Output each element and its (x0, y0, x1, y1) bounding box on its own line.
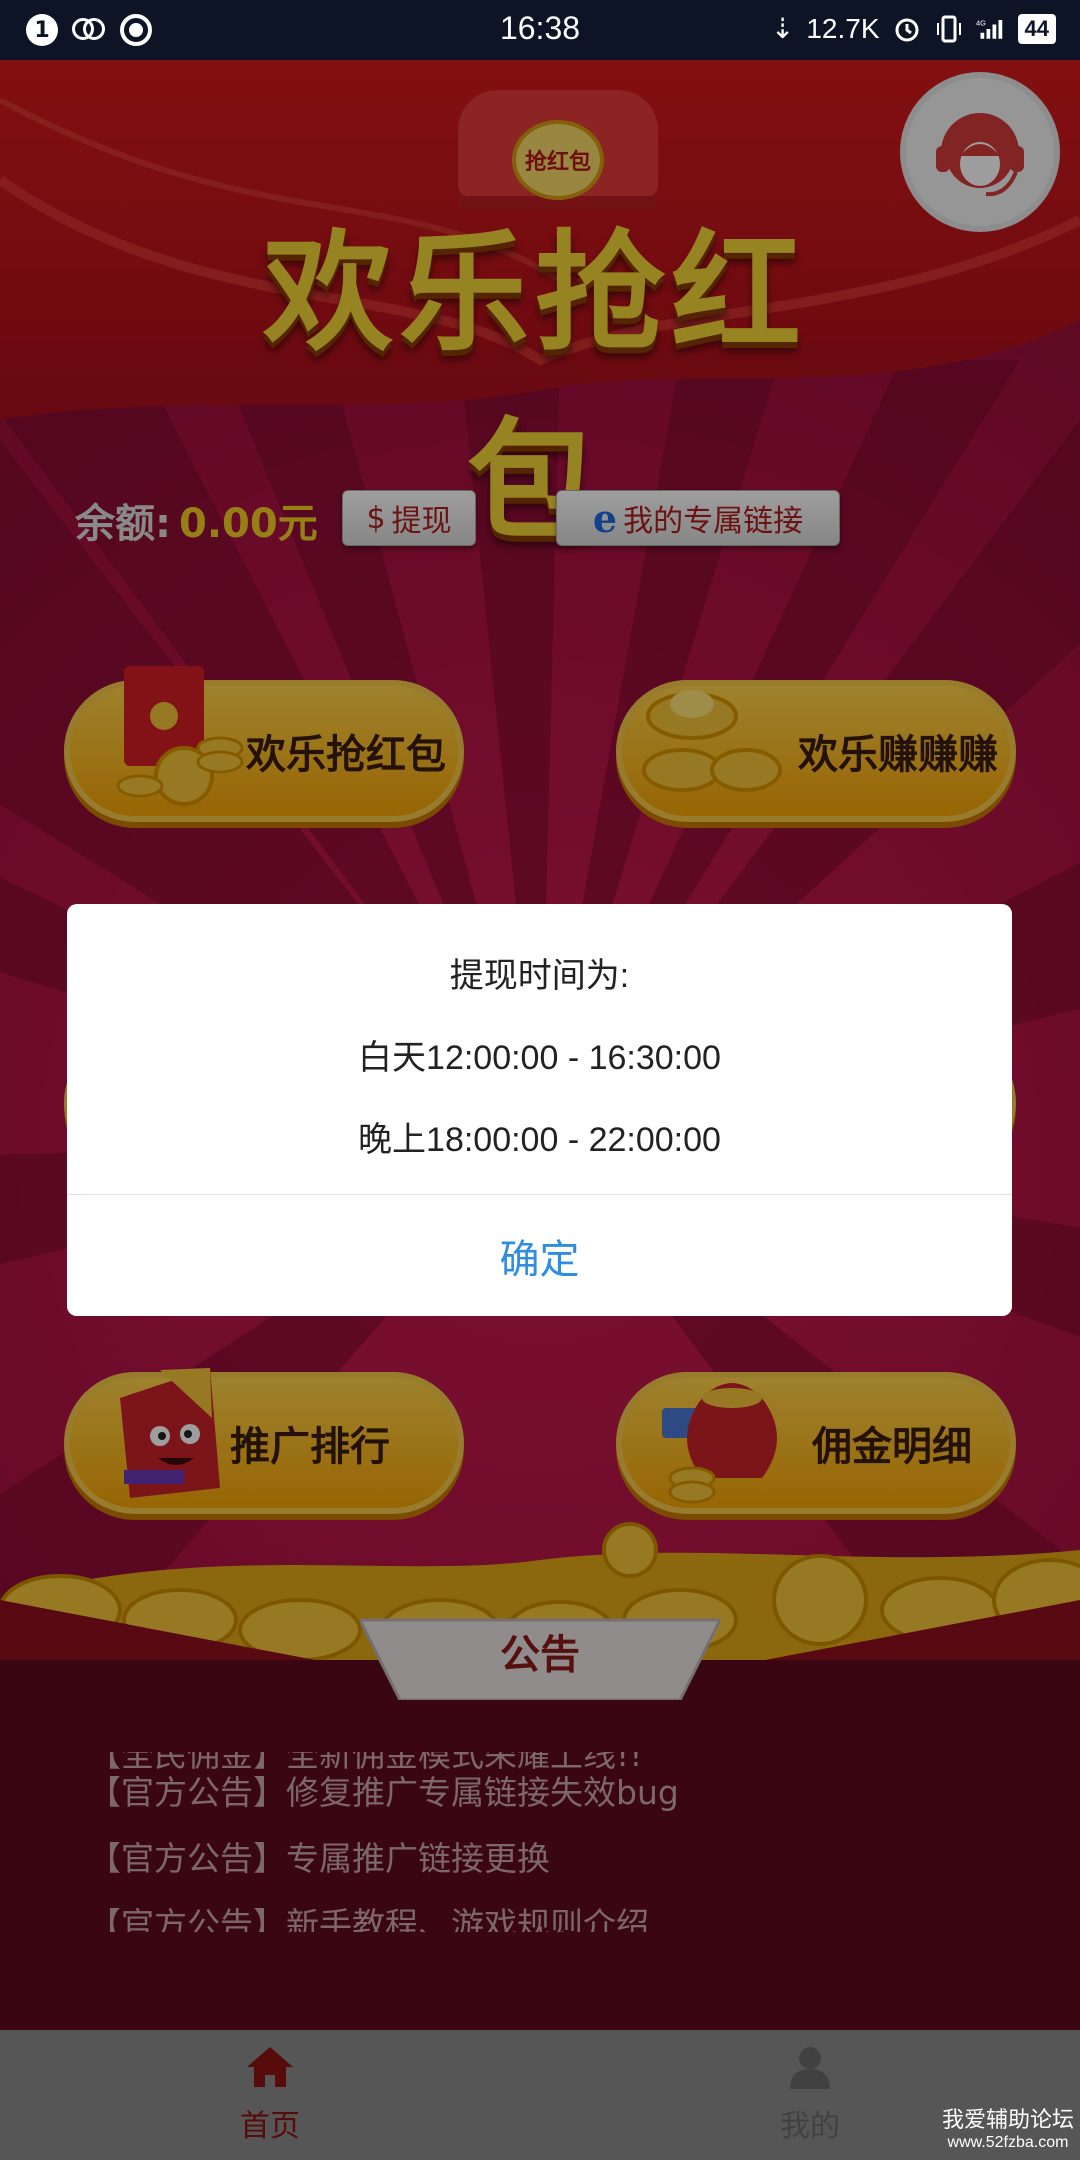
dialog-title: 提现时间为: (449, 957, 630, 995)
signal-icon: 4G (976, 14, 1006, 44)
status-bar: 1 16:38 ⇣ 12.7K 4G 44 (0, 0, 1080, 60)
battery-level: 44 (1017, 13, 1056, 44)
network-type: 4G (976, 18, 986, 27)
watermark-line1: 我爱辅助论坛 (941, 2108, 1074, 2133)
dialog-night-time: 晚上18:00:00 - 22:00:00 (358, 1121, 721, 1159)
confirm-button[interactable]: 确定 (67, 1195, 1012, 1316)
alarm-icon (892, 14, 922, 44)
vibrate-icon (934, 14, 964, 44)
dialog-day-time: 白天12:00:00 - 16:30:00 (358, 1039, 721, 1077)
watermark-line2: www.52fzba.com (947, 2134, 1069, 2151)
download-arrow-icon: ⇣ (770, 13, 795, 44)
status-right-icons: ⇣ 12.7K 4G 44 (771, 12, 1056, 45)
withdraw-time-dialog: 提现时间为: 白天12:00:00 - 16:30:00 晚上18:00:00 … (67, 904, 1012, 1316)
net-speed: 12.7K (806, 12, 880, 44)
watermark: 我爱辅助论坛 www.52fzba.com (942, 2102, 1074, 2152)
